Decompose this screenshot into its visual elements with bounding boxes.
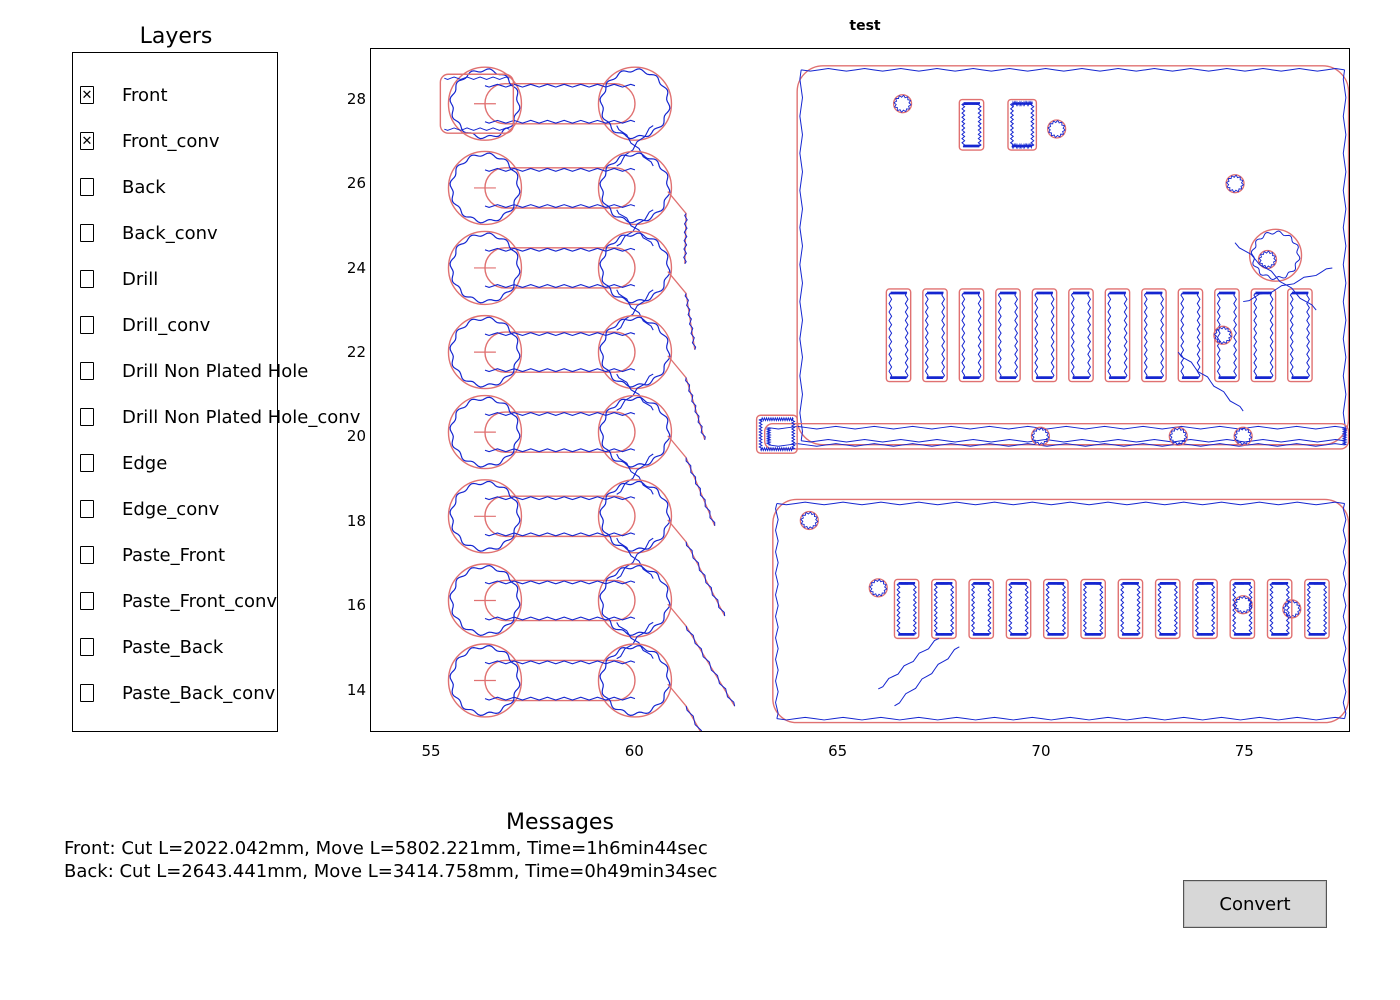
plot-area[interactable] bbox=[370, 48, 1350, 732]
layers-list: ✕ Front ✕ Front_conv Back Back_conv Drill Drill… bbox=[80, 72, 360, 716]
layer-label: Drill_conv bbox=[122, 315, 210, 336]
convert-button[interactable]: Convert bbox=[1183, 880, 1327, 928]
layer-label: Drill Non Plated Hole bbox=[122, 361, 308, 382]
layer-checkbox[interactable] bbox=[80, 592, 94, 610]
y-tick-label: 28 bbox=[347, 90, 366, 108]
layer-checkbox[interactable] bbox=[80, 270, 94, 288]
layer-checkbox[interactable] bbox=[80, 684, 94, 702]
plot-title: test bbox=[370, 18, 1360, 34]
layer-item[interactable]: Drill Non Plated Hole bbox=[80, 348, 360, 394]
layer-checkbox[interactable] bbox=[80, 546, 94, 564]
x-tick-label: 60 bbox=[625, 742, 644, 760]
y-tick-label: 24 bbox=[347, 259, 366, 277]
layer-checkbox[interactable] bbox=[80, 408, 94, 426]
layer-checkbox[interactable] bbox=[80, 500, 94, 518]
layer-checkbox[interactable] bbox=[80, 454, 94, 472]
layer-item[interactable]: Paste_Back_conv bbox=[80, 670, 360, 716]
layer-item[interactable]: Back_conv bbox=[80, 210, 360, 256]
layer-label: Front bbox=[122, 85, 168, 106]
layer-checkbox[interactable] bbox=[80, 224, 94, 242]
layer-label: Drill bbox=[122, 269, 158, 290]
layer-item[interactable]: Edge bbox=[80, 440, 360, 486]
layer-item[interactable]: Paste_Front bbox=[80, 532, 360, 578]
layer-item[interactable]: Drill Non Plated Hole_conv bbox=[80, 394, 360, 440]
layer-item[interactable]: ✕ Front bbox=[80, 72, 360, 118]
y-tick-label: 14 bbox=[347, 681, 366, 699]
layer-item[interactable]: Edge_conv bbox=[80, 486, 360, 532]
layer-label: Paste_Back bbox=[122, 637, 223, 658]
y-tick-label: 20 bbox=[347, 427, 366, 445]
layer-label: Edge_conv bbox=[122, 499, 219, 520]
layer-item[interactable]: Back bbox=[80, 164, 360, 210]
layer-checkbox[interactable] bbox=[80, 362, 94, 380]
x-tick-label: 55 bbox=[421, 742, 440, 760]
layer-label: Front_conv bbox=[122, 131, 220, 152]
messages-body: Front: Cut L=2022.042mm, Move L=5802.221… bbox=[64, 838, 717, 883]
layer-item[interactable]: ✕ Front_conv bbox=[80, 118, 360, 164]
x-tick-label: 75 bbox=[1235, 742, 1254, 760]
layer-item[interactable]: Paste_Back bbox=[80, 624, 360, 670]
y-tick-label: 22 bbox=[347, 343, 366, 361]
layer-checkbox[interactable] bbox=[80, 178, 94, 196]
layer-label: Paste_Front_conv bbox=[122, 591, 277, 612]
layer-label: Paste_Front bbox=[122, 545, 225, 566]
layer-label: Paste_Back_conv bbox=[122, 683, 275, 704]
layer-label: Back_conv bbox=[122, 223, 218, 244]
y-tick-label: 18 bbox=[347, 512, 366, 530]
layer-label: Back bbox=[122, 177, 166, 198]
x-tick-label: 70 bbox=[1031, 742, 1050, 760]
layer-checkbox[interactable] bbox=[80, 316, 94, 334]
layer-label: Edge bbox=[122, 453, 167, 474]
y-tick-label: 16 bbox=[347, 596, 366, 614]
layer-item[interactable]: Drill_conv bbox=[80, 302, 360, 348]
layer-checkbox[interactable]: ✕ bbox=[80, 86, 94, 104]
layer-label: Drill Non Plated Hole_conv bbox=[122, 407, 360, 428]
layers-panel-title: Layers bbox=[96, 24, 256, 49]
layer-item[interactable]: Paste_Front_conv bbox=[80, 578, 360, 624]
layer-checkbox[interactable]: ✕ bbox=[80, 132, 94, 150]
layer-item[interactable]: Drill bbox=[80, 256, 360, 302]
x-tick-label: 65 bbox=[828, 742, 847, 760]
messages-title: Messages bbox=[60, 810, 1060, 835]
layer-checkbox[interactable] bbox=[80, 638, 94, 656]
y-tick-label: 26 bbox=[347, 174, 366, 192]
pcb-preview-svg bbox=[371, 49, 1349, 731]
